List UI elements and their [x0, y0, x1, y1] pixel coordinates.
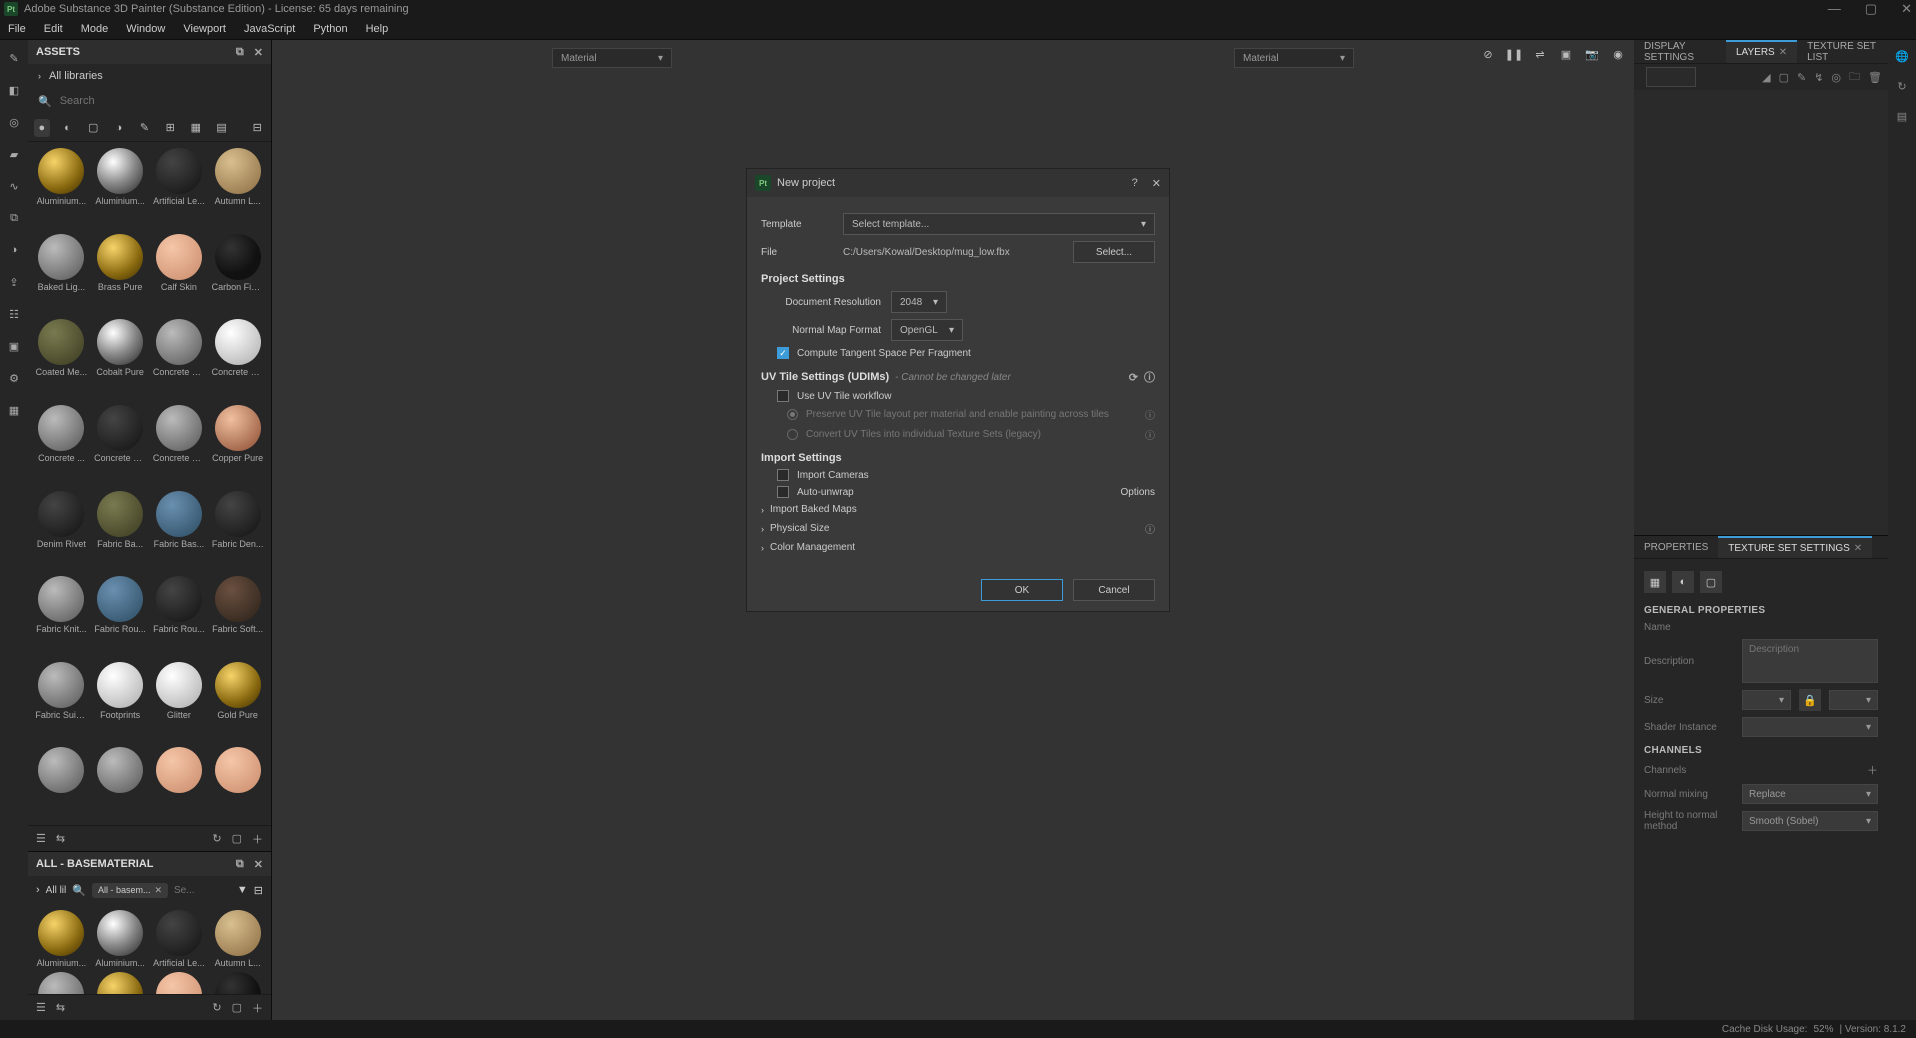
modal-overlay: Pt New project ? ✕ Template Select templ…: [0, 0, 1916, 1038]
dialog-title: New project: [777, 177, 1126, 189]
dialog-titlebar: Pt New project ? ✕: [747, 169, 1169, 197]
cancel-button[interactable]: Cancel: [1073, 579, 1155, 601]
docres-label: Document Resolution: [761, 297, 881, 308]
chevron-right-icon: ›: [761, 543, 764, 553]
chevron-right-icon: ›: [761, 524, 764, 534]
uv-option2-label: Convert UV Tiles into individual Texture…: [806, 429, 1041, 440]
chevron-down-icon: ▾: [933, 297, 938, 308]
chevron-down-icon: ▾: [1141, 219, 1146, 230]
import-settings-header: Import Settings: [761, 452, 1155, 464]
import-baked-maps-section[interactable]: ›Import Baked Maps: [761, 504, 1155, 515]
nmf-select[interactable]: OpenGL▾: [891, 319, 963, 341]
dialog-app-icon: Pt: [755, 175, 771, 191]
chevron-down-icon: ▾: [949, 325, 954, 336]
uv-option2-radio[interactable]: [787, 429, 798, 440]
uv-workflow-checkbox[interactable]: [777, 390, 789, 402]
auto-unwrap-label: Auto-unwrap: [797, 487, 854, 498]
uv-option1-label: Preserve UV Tile layout per material and…: [806, 409, 1109, 420]
template-label: Template: [761, 219, 833, 230]
file-label: File: [761, 247, 833, 258]
ok-button[interactable]: OK: [981, 579, 1063, 601]
uv-settings-header: UV Tile Settings (UDIMs) - Cannot be cha…: [761, 369, 1155, 385]
options-button[interactable]: Options: [1121, 487, 1155, 498]
template-select[interactable]: Select template...▾: [843, 213, 1155, 235]
dialog-close-button[interactable]: ✕: [1152, 177, 1161, 190]
chevron-right-icon: ›: [761, 505, 764, 515]
uv-workflow-label: Use UV Tile workflow: [797, 391, 891, 402]
auto-unwrap-checkbox[interactable]: [777, 486, 789, 498]
select-file-button[interactable]: Select...: [1073, 241, 1155, 263]
uv-icon1[interactable]: ⟳: [1129, 371, 1138, 384]
info-icon[interactable]: ⓘ: [1144, 369, 1155, 385]
info-icon[interactable]: ⓘ: [1145, 521, 1155, 536]
physical-size-section[interactable]: ›Physical Sizeⓘ: [761, 521, 1155, 536]
nmf-label: Normal Map Format: [761, 325, 881, 336]
import-cameras-checkbox[interactable]: [777, 469, 789, 481]
color-management-section[interactable]: ›Color Management: [761, 542, 1155, 553]
docres-select[interactable]: 2048▾: [891, 291, 947, 313]
uv-option1-radio[interactable]: [787, 409, 798, 420]
info-icon[interactable]: ⓘ: [1145, 407, 1155, 422]
import-cameras-label: Import Cameras: [797, 470, 869, 481]
uv-hint: - Cannot be changed later: [895, 372, 1011, 383]
help-button[interactable]: ?: [1132, 177, 1138, 190]
new-project-dialog: Pt New project ? ✕ Template Select templ…: [746, 168, 1170, 612]
compute-tangent-label: Compute Tangent Space Per Fragment: [797, 348, 971, 359]
compute-tangent-checkbox[interactable]: ✓: [777, 347, 789, 359]
project-settings-header: Project Settings: [761, 273, 1155, 285]
file-path: C:/Users/Kowal/Desktop/mug_low.fbx: [843, 247, 1063, 258]
info-icon[interactable]: ⓘ: [1145, 427, 1155, 442]
